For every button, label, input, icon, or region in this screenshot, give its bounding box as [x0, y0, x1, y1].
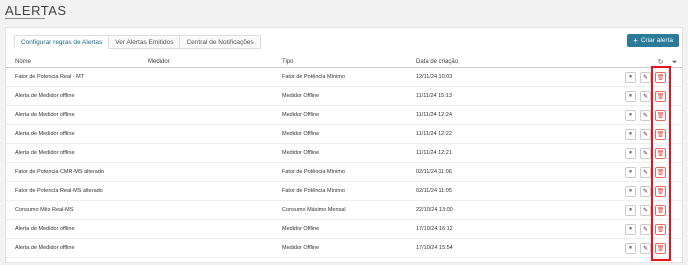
cell-nome: Alerta de Medidor offline	[15, 226, 75, 232]
table-header: Nome Medidor Tipo Data de criação ↻ ⏷	[6, 58, 682, 68]
edit-button[interactable]: ✎	[640, 148, 651, 159]
delete-column-highlight	[651, 66, 671, 261]
cell-data-criacao: 11/11/24 12:22	[416, 131, 452, 137]
edit-button[interactable]: ✎	[640, 186, 651, 197]
alerts-table: Nome Medidor Tipo Data de criação ↻ ⏷ Fa…	[6, 58, 682, 258]
edit-icon: ✎	[642, 227, 649, 233]
cell-data-criacao: 11/11/24 12:24	[416, 112, 452, 118]
cell-nome: Fator de Potencia Real - MT	[15, 74, 85, 80]
cell-tipo: Medidor Offline	[282, 245, 320, 251]
table-row: Consumo Mês Real-MS Consumo Máximo Mensa…	[6, 201, 682, 220]
cell-nome: Alerta de Medidor offline	[15, 112, 75, 118]
table-row: Alerta de Medidor offline Medidor Offlin…	[6, 220, 682, 239]
column-data-criacao: Data de criação	[416, 59, 459, 65]
table-row: Alerta de Medidor offline Medidor Offlin…	[6, 106, 682, 125]
tab-ver-alertas-emitidos[interactable]: Ver Alertas Emitidos	[109, 35, 181, 49]
edit-button[interactable]: ✎	[640, 167, 651, 178]
cell-data-criacao: 17/10/24 16:12	[416, 226, 453, 232]
pause-icon: ⏸	[628, 112, 632, 118]
tab-central-notificacoes[interactable]: Central de Notificações	[180, 35, 261, 49]
pause-icon: ⏸	[628, 74, 632, 80]
edit-icon: ✎	[642, 189, 649, 195]
pause-button[interactable]: ⏸	[625, 129, 636, 140]
edit-icon: ✎	[642, 75, 649, 81]
cell-nome: Alerta de Medidor offline	[15, 131, 75, 137]
edit-icon: ✎	[642, 208, 649, 214]
edit-button[interactable]: ✎	[640, 243, 651, 254]
filter-icon[interactable]: ⏷	[670, 58, 679, 67]
cell-nome: Fator de Potencia CMR-MS alterado	[15, 169, 104, 175]
edit-button[interactable]: ✎	[640, 91, 651, 102]
cell-tipo: Fator de Potência Mínimo	[282, 74, 345, 80]
pause-button[interactable]: ⏸	[625, 148, 636, 159]
table-row: Alerta de Medidor offline Medidor Offlin…	[6, 125, 682, 144]
title-underline	[5, 18, 45, 19]
cell-data-criacao: 17/10/24 15:54	[416, 245, 453, 251]
pause-button[interactable]: ⏸	[625, 72, 636, 83]
cell-data-criacao: 02/11/24 11:05	[416, 188, 452, 194]
pause-icon: ⏸	[628, 131, 632, 137]
cell-tipo: Fator de Potência Mínimo	[282, 188, 345, 194]
cell-nome: Alerta de Medidor offline	[15, 93, 75, 99]
column-medidor: Medidor	[148, 59, 170, 65]
create-alert-label: Criar alerta	[640, 37, 673, 44]
cell-data-criacao: 12/11/24 10:03	[416, 74, 453, 80]
pause-button[interactable]: ⏸	[625, 186, 636, 197]
pause-button[interactable]: ⏸	[625, 167, 636, 178]
cell-nome: Alerta de Medidor offline	[15, 245, 75, 251]
edit-icon: ✎	[642, 170, 649, 176]
tab-configurar-regras[interactable]: Configurar regras de Alertas	[14, 35, 110, 49]
pause-icon: ⏸	[628, 207, 632, 213]
cell-tipo: Medidor Offline	[282, 93, 320, 99]
cell-nome: Fator de Potencia Real-MS alterado	[15, 188, 103, 194]
table-row: Fator de Potencia Real - MT Fator de Pot…	[6, 68, 682, 87]
cell-tipo: Medidor Offline	[282, 131, 320, 137]
pause-button[interactable]: ⏸	[625, 205, 636, 216]
edit-icon: ✎	[642, 113, 649, 119]
edit-button[interactable]: ✎	[640, 205, 651, 216]
pause-icon: ⏸	[628, 93, 632, 99]
alerts-card: Configurar regras de Alertas Ver Alertas…	[5, 27, 683, 263]
cell-nome: Consumo Mês Real-MS	[15, 207, 74, 213]
pause-button[interactable]: ⏸	[625, 91, 636, 102]
plus-icon: +	[633, 35, 638, 45]
create-alert-button[interactable]: + Criar alerta	[627, 34, 679, 47]
column-nome: Nome	[15, 59, 32, 65]
pause-icon: ⏸	[628, 150, 632, 156]
table-row: Fator de Potencia CMR-MS alterado Fator …	[6, 163, 682, 182]
pause-icon: ⏸	[628, 226, 632, 232]
cell-data-criacao: 11/11/24 12:21	[416, 150, 452, 156]
pause-icon: ⏸	[628, 169, 632, 175]
edit-button[interactable]: ✎	[640, 224, 651, 235]
table-row: Alerta de Medidor offline Medidor Offlin…	[6, 144, 682, 163]
pause-icon: ⏸	[628, 245, 632, 251]
pause-button[interactable]: ⏸	[625, 224, 636, 235]
edit-icon: ✎	[642, 246, 649, 252]
cell-tipo: Fator de Potência Mínimo	[282, 169, 345, 175]
edit-button[interactable]: ✎	[640, 129, 651, 140]
table-row: Fator de Potencia Real-MS alterado Fator…	[6, 182, 682, 201]
pause-icon: ⏸	[628, 188, 632, 194]
table-body: Fator de Potencia Real - MT Fator de Pot…	[6, 68, 682, 258]
cell-data-criacao: 02/11/24 11:06	[416, 169, 452, 175]
tab-bar: Configurar regras de Alertas Ver Alertas…	[14, 35, 261, 49]
edit-icon: ✎	[642, 151, 649, 157]
edit-button[interactable]: ✎	[640, 110, 651, 121]
pause-button[interactable]: ⏸	[625, 243, 636, 254]
edit-button[interactable]: ✎	[640, 72, 651, 83]
edit-icon: ✎	[642, 132, 649, 138]
cell-tipo: Medidor Offline	[282, 150, 320, 156]
edit-icon: ✎	[642, 94, 649, 100]
page-title: ALERTAS	[5, 3, 67, 18]
cell-tipo: Medidor Offline	[282, 226, 320, 232]
cell-nome: Alerta de Medidor offline	[15, 150, 75, 156]
pause-button[interactable]: ⏸	[625, 110, 636, 121]
cell-data-criacao: 22/10/24 13:00	[416, 207, 453, 213]
table-row: Alerta de Medidor offline Medidor Offlin…	[6, 239, 682, 258]
cell-tipo: Consumo Máximo Mensal	[282, 207, 346, 213]
cell-data-criacao: 11/11/24 15:13	[416, 93, 452, 99]
cell-tipo: Medidor Offline	[282, 112, 320, 118]
column-tipo: Tipo	[282, 59, 294, 65]
table-row: Alerta de Medidor offline Medidor Offlin…	[6, 87, 682, 106]
